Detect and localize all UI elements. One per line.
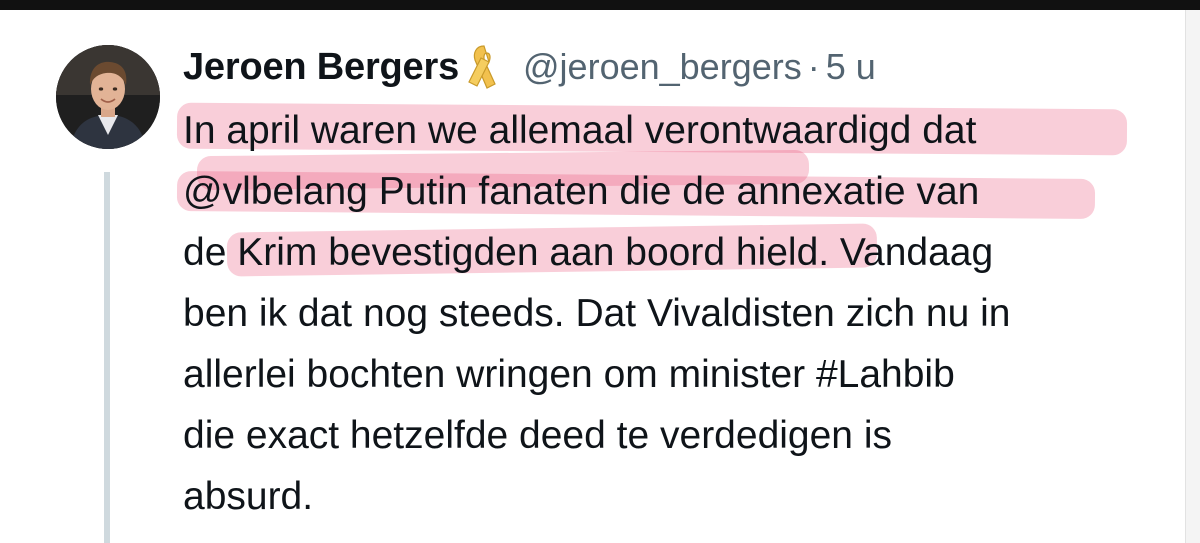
tweet-text-line: die exact hetzelfde deed te verdedigen i… <box>183 405 1173 466</box>
tweet-text-line-5: allerlei bochten wringen om minister #La… <box>183 353 955 396</box>
tweet-header: Jeroen Bergers @jeroen_bergers · 5 u <box>183 40 876 94</box>
scroll-edge <box>1185 10 1200 543</box>
tweet-text-line-1: In april waren we allemaal verontwaardig… <box>183 109 977 152</box>
thread-connector-line <box>104 172 110 543</box>
tweet-text-line-3: de Krim bevestigden aan boord hield. Van… <box>183 231 994 274</box>
top-edge-bar <box>0 0 1200 10</box>
author-handle[interactable]: @jeroen_bergers <box>523 46 802 88</box>
tweet-text-line: absurd. <box>183 466 1173 527</box>
tweet-text-line-2: @vlbelang Putin fanaten die de annexatie… <box>183 170 980 213</box>
tweet-timestamp[interactable]: 5 u <box>826 46 876 88</box>
tweet-text-line-6: die exact hetzelfde deed te verdedigen i… <box>183 414 892 457</box>
tweet-text-line: de Krim bevestigden aan boord hield. Van… <box>183 222 1173 283</box>
tweet-text-line: @vlbelang Putin fanaten die de annexatie… <box>176 149 1173 222</box>
tweet-text-line: In april waren we allemaal verontwaardig… <box>176 100 1173 161</box>
tweet-text-line-7: absurd. <box>183 475 314 518</box>
avatar[interactable] <box>56 45 160 149</box>
tweet-text-line: ben ik dat nog steeds. Dat Vivaldisten z… <box>183 283 1173 344</box>
tweet-text: In april waren we allemaal verontwaardig… <box>176 100 1173 527</box>
tweet-text-line: allerlei bochten wringen om minister #La… <box>183 344 1173 405</box>
tweet-text-line-4: ben ik dat nog steeds. Dat Vivaldisten z… <box>183 292 1011 335</box>
avatar-image <box>56 45 160 149</box>
header-separator: · <box>807 46 820 87</box>
author-display-name[interactable]: Jeroen Bergers <box>183 46 459 89</box>
yellow-ribbon-icon <box>465 42 503 92</box>
